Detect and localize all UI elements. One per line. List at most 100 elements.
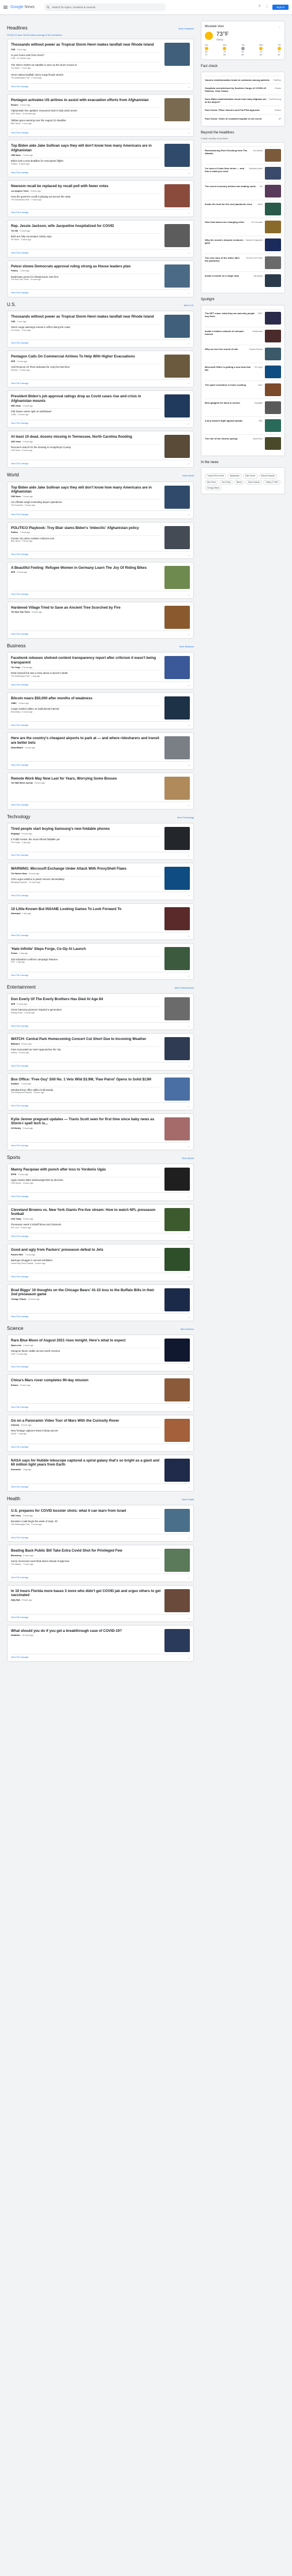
side-story-headline[interactable]: A tiny island's fight against plastic xyxy=(205,419,256,432)
chevron-down-icon[interactable]: ⌄ xyxy=(188,894,190,897)
story-headline[interactable]: WATCH: Central Park Homecoming Concert C… xyxy=(11,1037,161,1042)
story-source[interactable]: USA Today xyxy=(11,1218,21,1220)
story-thumbnail[interactable] xyxy=(164,43,190,66)
chevron-down-icon[interactable]: ⌄ xyxy=(188,172,190,174)
story-thumbnail[interactable] xyxy=(164,605,190,629)
side-story-headline[interactable]: Vaccine misinformation leads to confusio… xyxy=(205,79,271,81)
chevron-down-icon[interactable]: ⌄ xyxy=(188,1315,190,1318)
full-coverage-button[interactable]: View Full Coverage xyxy=(11,382,28,385)
story-thumbnail[interactable] xyxy=(164,1549,190,1572)
chevron-down-icon[interactable]: ⌄ xyxy=(188,251,190,254)
topic-chip[interactable]: Don Everly xyxy=(219,479,233,484)
story-headline[interactable]: At least 10 dead, dozens missing in Tenn… xyxy=(11,435,161,439)
story-headline[interactable]: Thousands without power as Tropical Stor… xyxy=(11,315,161,319)
story-headline[interactable]: Thousands without power as Tropical Stor… xyxy=(11,43,161,47)
story-thumbnail[interactable] xyxy=(164,565,190,589)
side-story[interactable]: The rise of the electric pickup MotorTren… xyxy=(205,434,281,452)
side-story[interactable]: Why the ocean's deepest creatures glow Na… xyxy=(205,235,281,254)
full-coverage-button[interactable]: View Full Coverage xyxy=(11,633,28,636)
side-story-thumbnail[interactable] xyxy=(265,419,281,432)
full-coverage-button[interactable]: View Full Coverage xyxy=(11,1576,28,1579)
story-thumbnail[interactable] xyxy=(164,264,190,288)
story-headline[interactable]: President Biden's job approval ratings d… xyxy=(11,394,161,403)
side-story-headline[interactable]: Why the ocean's deepest creatures glow xyxy=(205,238,244,251)
full-coverage-button[interactable]: View Full Coverage xyxy=(11,342,28,345)
side-story[interactable]: The secret economy behind rare trading c… xyxy=(205,181,281,200)
story-headline[interactable]: Box Office: 'Free Guy' Still No. 1 Vets … xyxy=(11,1078,161,1082)
story-headline[interactable]: Pelosi shows Democrats approval ruling s… xyxy=(11,264,161,269)
story-source[interactable]: NPR xyxy=(11,1003,15,1005)
story-headline[interactable]: Facebook releases shelved content transp… xyxy=(11,656,161,665)
story-source[interactable]: Packers Wire xyxy=(11,1254,23,1256)
side-story-thumbnail[interactable] xyxy=(265,329,281,342)
story-thumbnail[interactable] xyxy=(164,1628,190,1652)
related-story[interactable]: Close harmony pioneers inspired a genera… xyxy=(11,1006,161,1016)
story-source[interactable]: Forbes xyxy=(11,952,17,955)
story-thumbnail[interactable] xyxy=(164,736,190,760)
more-link[interactable]: More Sports xyxy=(182,1157,194,1160)
story-headline[interactable]: Beating Back Public Bill Take Extra Covi… xyxy=(11,1549,161,1553)
side-story[interactable]: I've been a 5-star Uber driver — and thi… xyxy=(205,163,281,182)
side-story-thumbnail[interactable] xyxy=(265,274,281,287)
chevron-down-icon[interactable]: ⌄ xyxy=(188,1195,190,1198)
chevron-down-icon[interactable]: ⌄ xyxy=(188,1235,190,1238)
related-story[interactable]: Moderates press for infrastructure vote … xyxy=(11,273,161,284)
weather-card[interactable]: Mountain View ⋮ 73°F Sunny Sun 80° 57° Mon 7… xyxy=(201,21,285,61)
story-thumbnail[interactable] xyxy=(164,525,190,549)
story-thumbnail[interactable] xyxy=(164,394,190,418)
full-coverage-button[interactable]: View Full Coverage xyxy=(11,764,28,767)
side-story-thumbnail[interactable] xyxy=(265,401,281,414)
side-story[interactable]: Does Biden administration know how many … xyxy=(205,95,281,106)
more-link[interactable]: More Business xyxy=(179,646,194,648)
story-source[interactable]: Bloomberg xyxy=(11,1554,21,1557)
related-story[interactable]: Weekend box office tallies hold steady Th… xyxy=(11,1086,161,1097)
side-story[interactable]: Fact Check: Video of crowded hospital is… xyxy=(205,114,281,122)
side-story-thumbnail[interactable] xyxy=(265,256,281,269)
full-coverage-button[interactable]: View Full Coverage xyxy=(11,1486,28,1489)
chevron-down-icon[interactable]: ⌄ xyxy=(188,1145,190,1147)
story-headline[interactable]: POLITICO Playbook: Troy Blair slams Bide… xyxy=(11,526,161,531)
side-story-thumbnail[interactable] xyxy=(265,166,281,180)
story-source[interactable]: Space.com xyxy=(11,1344,21,1347)
side-story-headline[interactable]: Inside the hunt for the next pandemic vi… xyxy=(205,203,256,215)
side-story[interactable]: Inside a hidden network of volcanic tunn… xyxy=(205,326,281,345)
side-story[interactable]: Inside a month on a cargo ship Bloomberg xyxy=(205,271,281,289)
side-story[interactable]: A tiny island's fight against plastic BBC xyxy=(205,416,281,434)
side-story-thumbnail[interactable] xyxy=(265,437,281,450)
chevron-down-icon[interactable]: ⌄ xyxy=(188,724,190,726)
side-story-headline[interactable]: Best gadgets for back to school xyxy=(205,401,252,414)
help-icon[interactable]: ? xyxy=(257,5,261,9)
topic-chip[interactable]: Chicago Bears xyxy=(205,485,222,490)
full-coverage-button[interactable]: View Full Coverage xyxy=(11,211,28,214)
story-source[interactable]: Politico xyxy=(11,531,18,534)
story-headline[interactable]: A Beautiful Feeling: Refugee Women in Ge… xyxy=(11,566,161,571)
story-headline[interactable]: Remote Work May Now Last for Years, Worr… xyxy=(11,777,161,781)
story-source[interactable]: Reuters xyxy=(11,1384,18,1386)
full-coverage-button[interactable]: View Full Coverage xyxy=(11,854,28,857)
full-coverage-button[interactable]: View Full Coverage xyxy=(11,1616,28,1619)
side-story[interactable]: Best gadgets for back to school Engadget xyxy=(205,398,281,416)
related-story[interactable]: Afghanistan live updates: Evacuees land … xyxy=(11,107,161,117)
full-coverage-button[interactable]: View Full Coverage xyxy=(11,85,28,88)
story-headline[interactable]: Top Biden aide Jake Sullivan says they w… xyxy=(11,486,161,494)
full-coverage-button[interactable]: View Full Coverage xyxy=(11,252,28,255)
chevron-down-icon[interactable]: ⌄ xyxy=(188,1105,190,1108)
related-story[interactable]: Both are fully vaccinated, family says AP… xyxy=(11,233,161,243)
related-story[interactable]: Poll shows voters split on withdrawal CNB… xyxy=(11,408,161,418)
full-coverage-button[interactable]: View Full Coverage xyxy=(11,593,28,596)
story-thumbnail[interactable] xyxy=(164,907,190,930)
full-coverage-button[interactable]: View Full Coverage xyxy=(11,1025,28,1028)
story-source[interactable]: MarketWatch xyxy=(11,747,23,749)
full-coverage-button[interactable]: View Full Coverage xyxy=(11,934,28,937)
related-story[interactable]: Boosters could begin the week of Sept. 2… xyxy=(11,1518,161,1528)
story-headline[interactable]: In 10 hours Florida more bases 3 more wh… xyxy=(11,1589,161,1598)
related-story[interactable]: Z Fold3 review: the most refined foldabl… xyxy=(11,836,161,846)
story-source[interactable]: CNBC xyxy=(11,702,17,704)
more-link[interactable]: More Science xyxy=(181,1328,194,1331)
full-coverage-button[interactable]: View Full Coverage xyxy=(11,1656,28,1659)
chevron-down-icon[interactable]: ⌄ xyxy=(188,974,190,977)
story-headline[interactable]: China's Mars rover completes 90-day miss… xyxy=(11,1378,161,1383)
story-thumbnail[interactable] xyxy=(164,435,190,458)
story-source[interactable]: US Weekly xyxy=(11,1127,21,1129)
side-story-thumbnail[interactable] xyxy=(265,347,281,360)
